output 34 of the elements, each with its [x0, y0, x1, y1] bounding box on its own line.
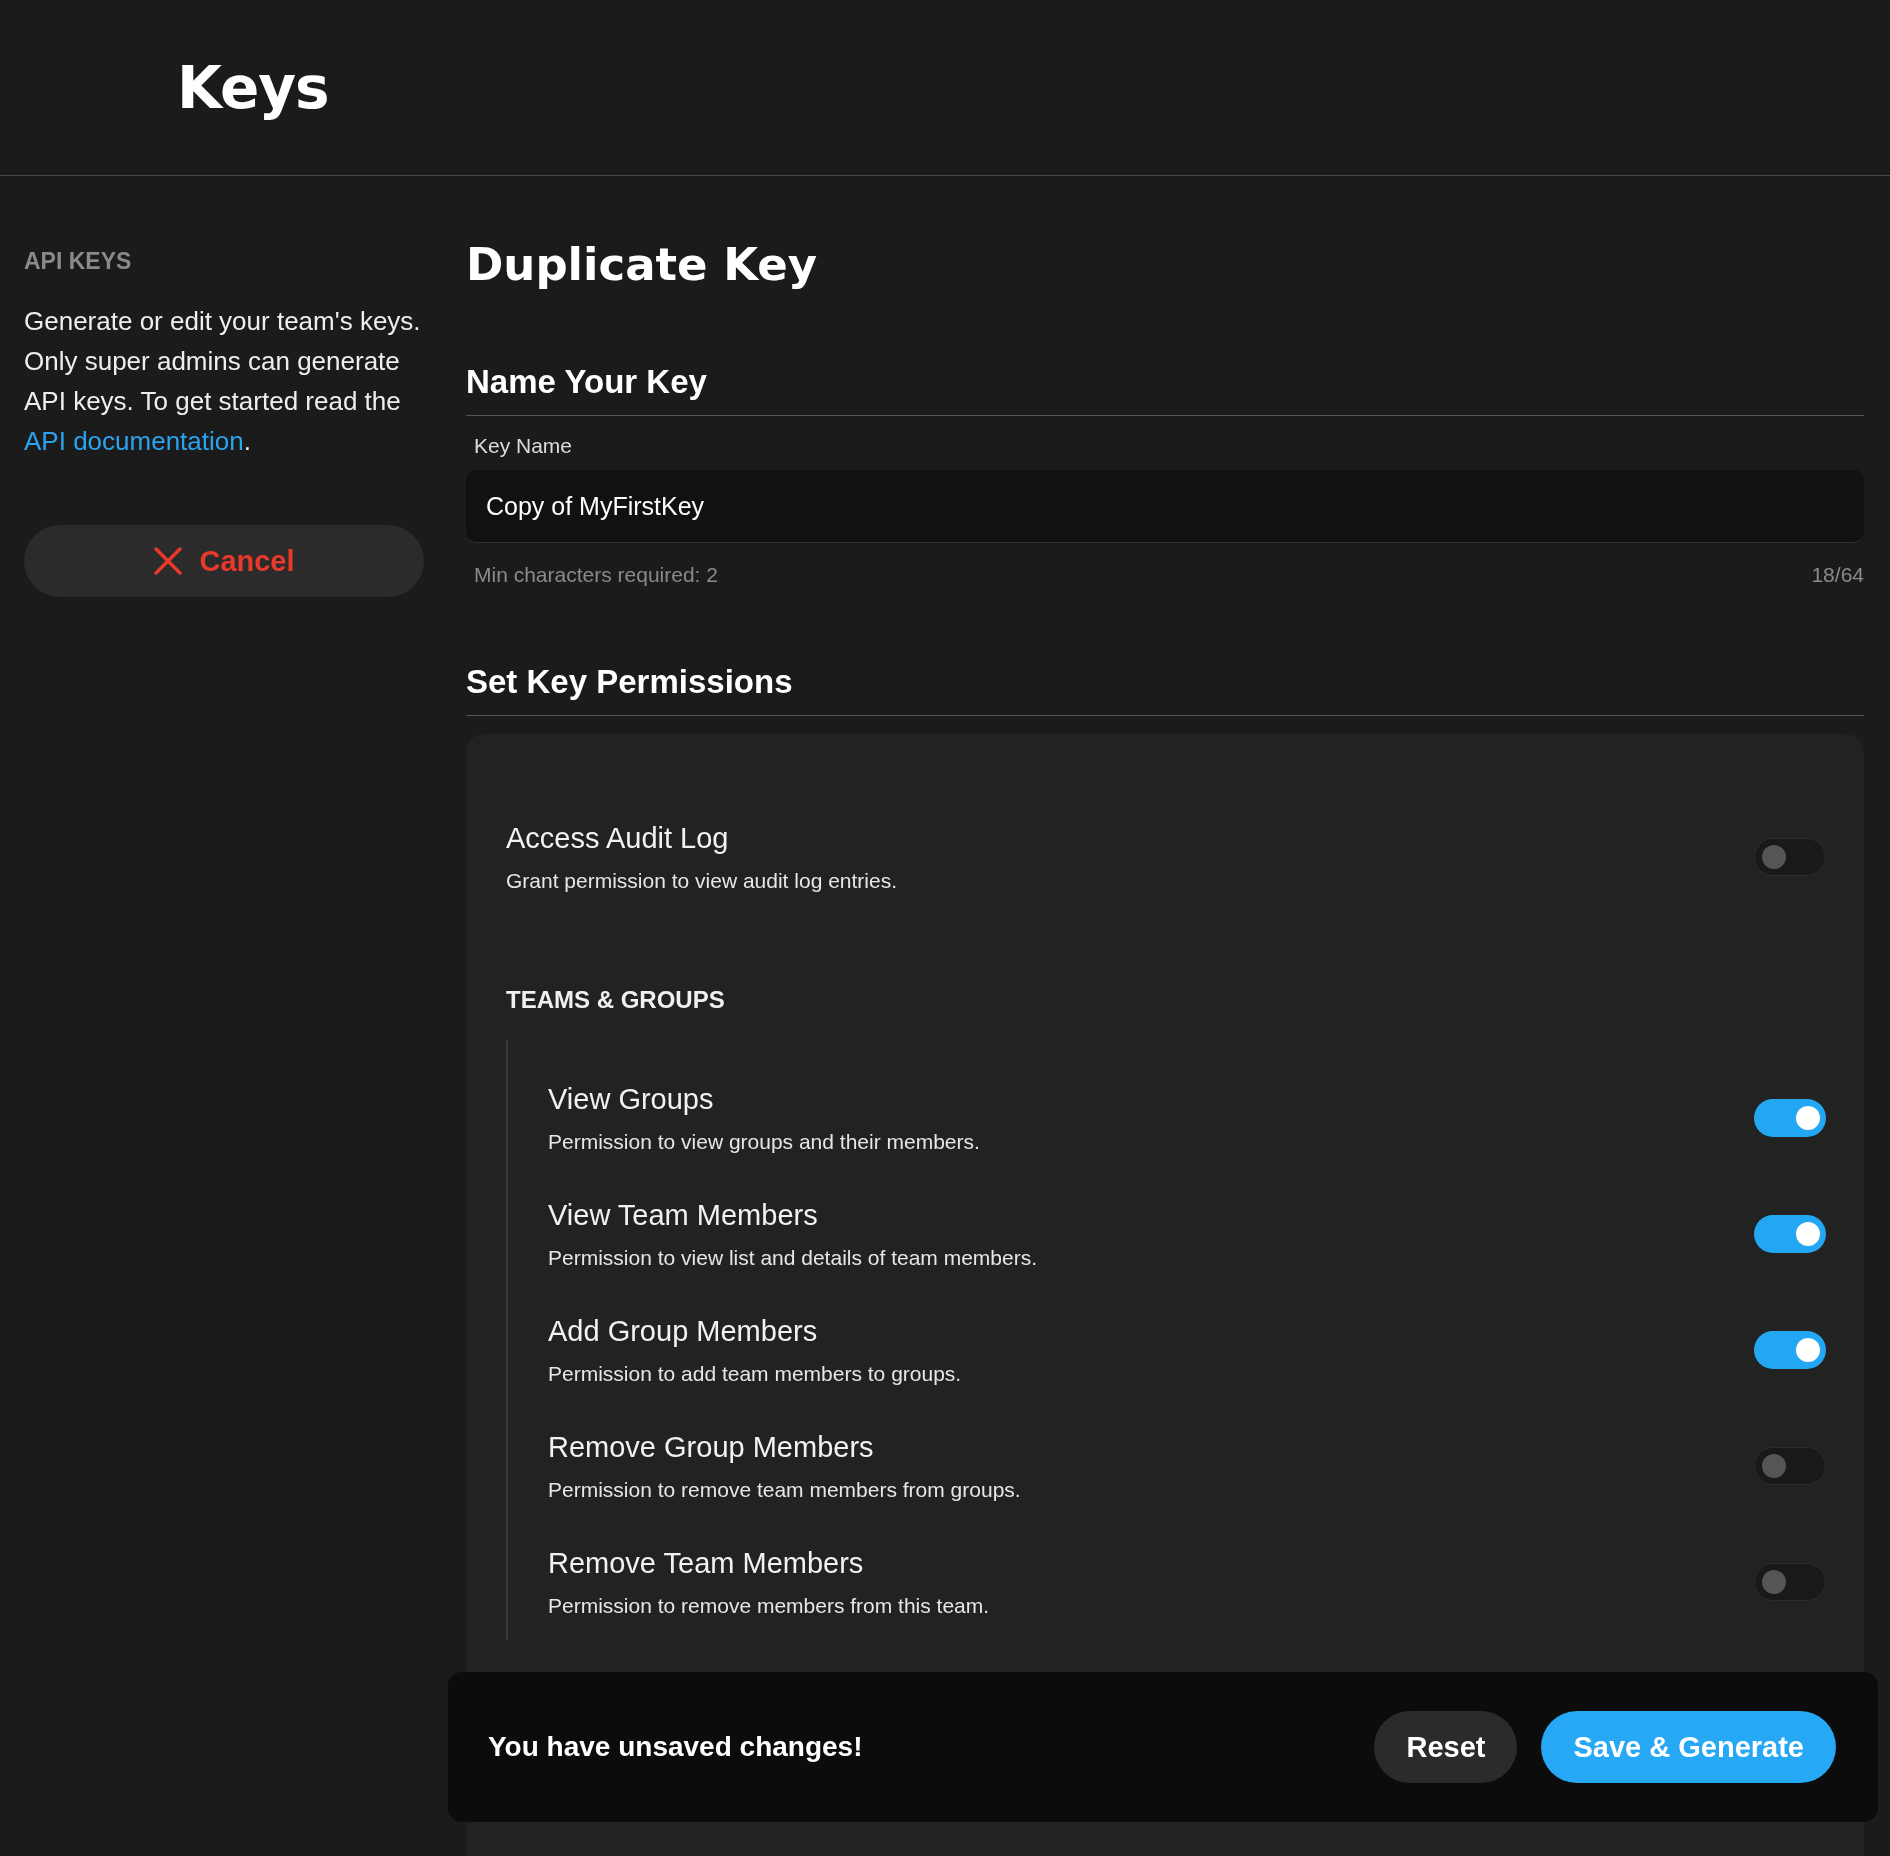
permission-description: Permission to remove members from this team. — [548, 1593, 990, 1618]
permission-title: View Groups — [548, 1082, 715, 1116]
permission-description: Permission to remove team members from groups. — [548, 1477, 1021, 1502]
toggle-switch[interactable] — [1754, 838, 1826, 876]
section-heading: Name Your Key — [466, 363, 1864, 416]
toggle-switch[interactable] — [1754, 1215, 1826, 1253]
reset-button[interactable]: Reset — [1374, 1711, 1518, 1783]
helper-text: Min characters required: 2 — [474, 563, 718, 587]
section-label: API KEYS — [24, 248, 133, 275]
key-name-field[interactable]: Copy of MyFirstKey — [466, 470, 1864, 543]
description-text: Generate or edit your team's keys. Only super admins can generate API keys. To get started read the API documentation. — [24, 305, 422, 458]
permission-description: Grant permission to view audit log entries. — [506, 868, 897, 893]
toggle-switch[interactable] — [1754, 1331, 1826, 1369]
permission-title: Access Audit Log — [506, 821, 730, 855]
field-label: Key Name — [474, 434, 574, 458]
documentation-link[interactable]: API documentation — [24, 426, 244, 456]
toggle-switch[interactable] — [1754, 1563, 1826, 1601]
toggle-switch[interactable] — [1754, 1099, 1826, 1137]
permission-title: Remove Team Members — [548, 1546, 865, 1580]
character-counter: 18/64 — [1811, 563, 1864, 587]
form-title: Duplicate Key — [466, 238, 819, 291]
section-heading: Set Key Permissions — [466, 663, 1864, 716]
permission-description: Permission to view list and details of team members. — [548, 1245, 1038, 1270]
page-title: Keys — [177, 53, 329, 122]
cancel-button[interactable]: Cancel — [24, 525, 424, 597]
group-label: TEAMS & GROUPS — [506, 986, 726, 1014]
permission-title: View Team Members — [548, 1198, 819, 1232]
permission-description: Permission to view groups and their members. — [548, 1129, 980, 1154]
close-icon — [153, 546, 184, 576]
permission-title: Remove Group Members — [548, 1430, 875, 1464]
permission-title: Add Group Members — [548, 1314, 819, 1348]
unsaved-message: You have unsaved changes! — [488, 1731, 864, 1763]
toggle-switch[interactable] — [1754, 1447, 1826, 1485]
permission-description: Permission to add team members to groups. — [548, 1361, 962, 1386]
